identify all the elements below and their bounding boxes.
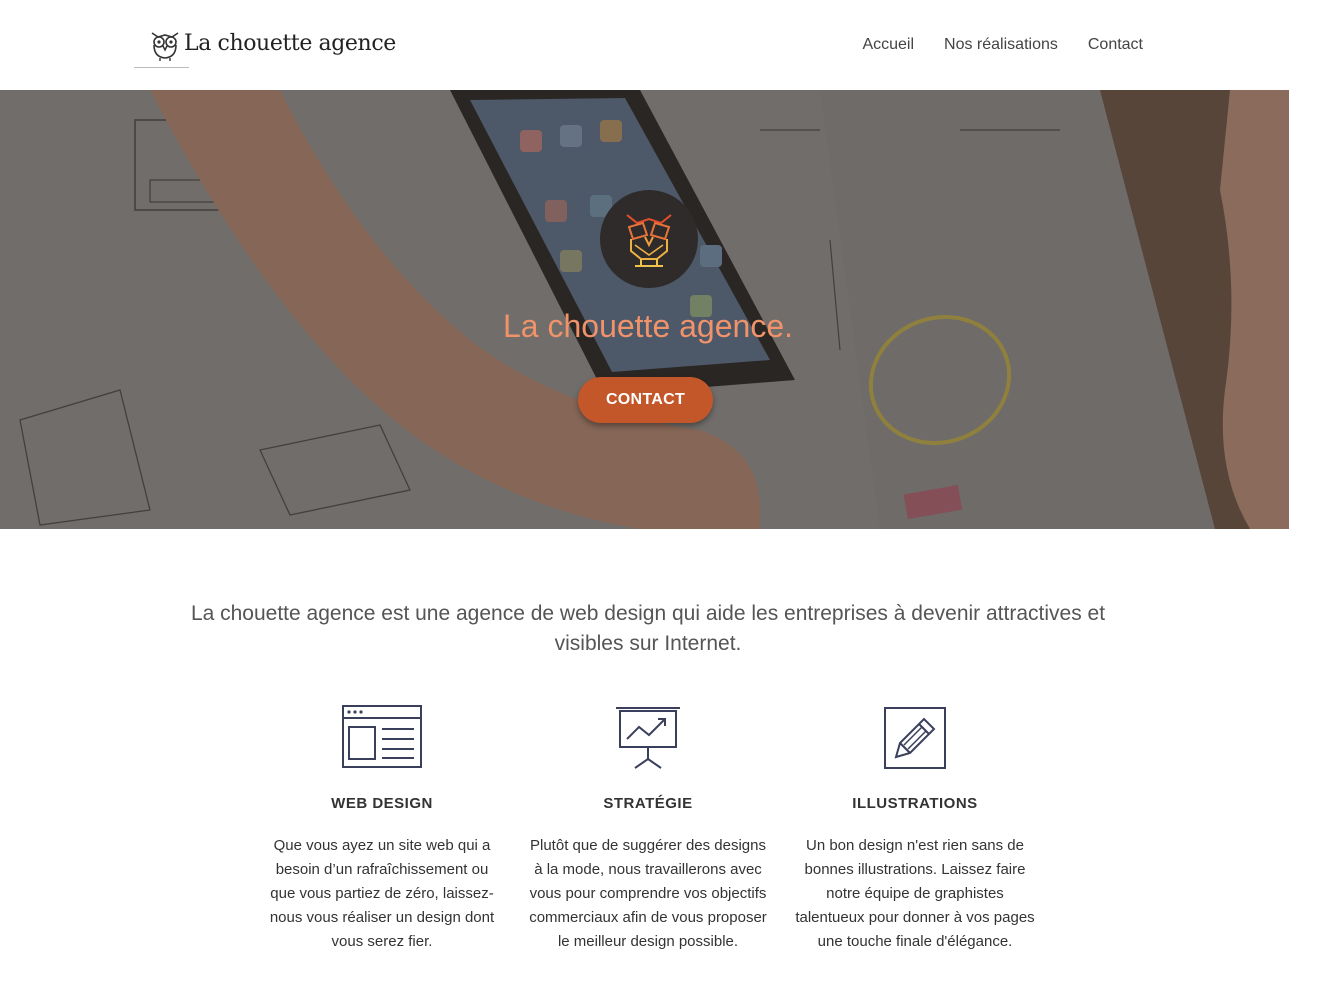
pencil-icon bbox=[795, 705, 1035, 771]
site-logo[interactable]: La chouette agence bbox=[134, 22, 396, 70]
logo-text: La chouette agence bbox=[184, 31, 396, 56]
contact-button[interactable]: CONTACT bbox=[578, 377, 713, 423]
feature-description: Que vous ayez un site web qui a besoin d… bbox=[269, 837, 495, 950]
nav-link-accueil[interactable]: Accueil bbox=[862, 36, 914, 54]
site-header: La chouette agence Accueil Nos réalisati… bbox=[0, 0, 1331, 90]
feature-description: Un bon design n'est rien sans de bonnes … bbox=[795, 837, 1035, 950]
feature-illustrations: ILLUSTRATIONS Un bon design n'est rien s… bbox=[795, 705, 1035, 954]
feature-title: STRATÉGIE bbox=[603, 795, 693, 812]
feature-title: WEB DESIGN bbox=[331, 795, 433, 812]
intro-text: La chouette agence est une agence de web… bbox=[190, 602, 1106, 655]
hero-owl-badge bbox=[600, 190, 698, 288]
feature-description: Plutôt que de suggérer des designs à la … bbox=[529, 837, 767, 950]
nav-link-realisations[interactable]: Nos réalisations bbox=[944, 36, 1058, 54]
hero-title: La chouette agence. bbox=[502, 308, 793, 344]
owl-logo-icon bbox=[151, 32, 179, 61]
feature-strategie: STRATÉGIE Plutôt que de suggérer des des… bbox=[528, 705, 768, 954]
presentation-chart-icon bbox=[528, 705, 768, 771]
owl-emblem-icon bbox=[626, 214, 672, 267]
hero-banner: La chouette agence. CONTACT bbox=[0, 90, 1289, 529]
feature-web-design: WEB DESIGN Que vous ayez un site web qui… bbox=[262, 705, 502, 954]
nav-link-contact[interactable]: Contact bbox=[1088, 36, 1143, 54]
feature-title: ILLUSTRATIONS bbox=[852, 795, 978, 812]
logo-underline bbox=[134, 67, 189, 68]
main-nav: Accueil Nos réalisations Contact bbox=[862, 36, 1143, 54]
browser-window-icon bbox=[262, 705, 502, 771]
